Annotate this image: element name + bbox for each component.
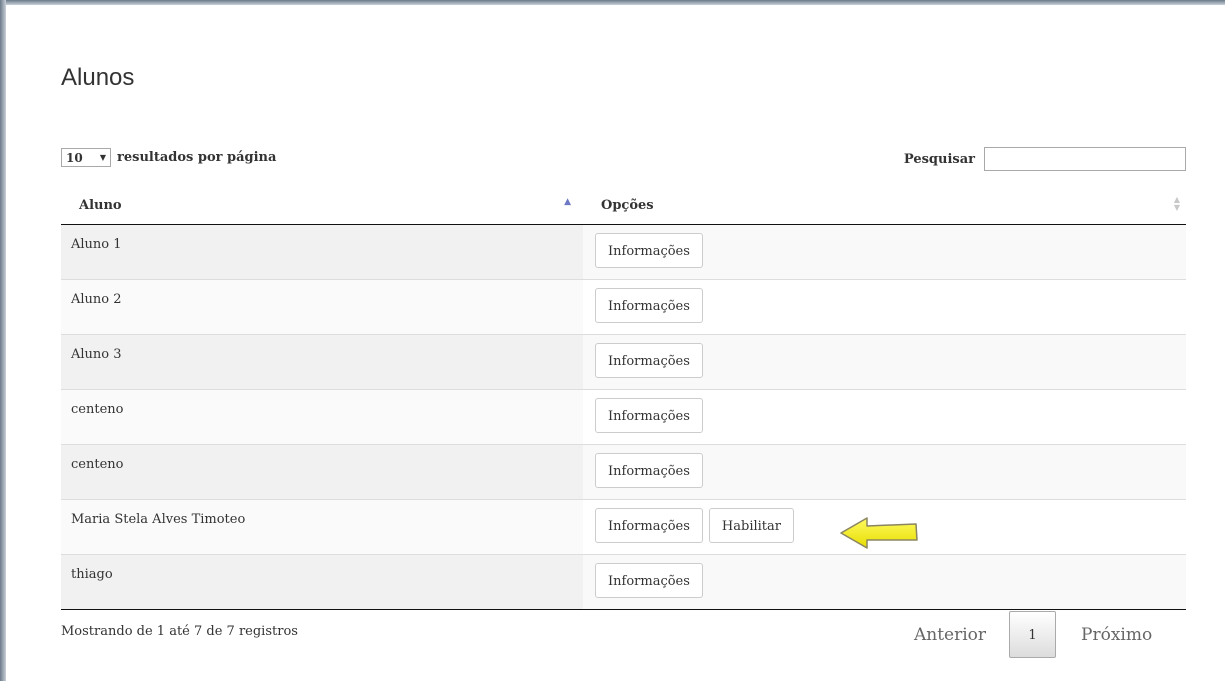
options-cell: Informações (583, 554, 1186, 610)
student-name-cell: centeno (61, 389, 583, 445)
options-cell: Informações (583, 224, 1186, 280)
student-name-cell: Aluno 2 (61, 279, 583, 335)
info-button[interactable]: Informações (595, 343, 703, 378)
window-frame-left (0, 0, 6, 681)
column-header-opcoes[interactable]: Opções ▲ ▼ (583, 186, 1186, 225)
sort-both-icon: ▲ ▼ (1173, 194, 1180, 212)
pagination-page-1[interactable]: 1 (1009, 611, 1057, 658)
options-cell: Informações (583, 334, 1186, 390)
arrow-left-icon (840, 517, 918, 549)
student-name: centeno (71, 457, 124, 472)
table-row: thiago Informações (61, 554, 1186, 610)
table-header-row: Aluno ▲ Opções ▲ ▼ (61, 186, 1186, 225)
options-cell: Informações (583, 444, 1186, 500)
students-table: Aluno ▲ Opções ▲ ▼ Aluno 1 Informações Al… (61, 186, 1186, 610)
page-length-label: resultados por página (117, 150, 277, 165)
info-button[interactable]: Informações (595, 453, 703, 488)
table-row: Aluno 2 Informações (61, 279, 1186, 335)
student-name-cell: centeno (61, 444, 583, 500)
table-row: centeno Informações (61, 389, 1186, 445)
student-name-cell: Aluno 3 (61, 334, 583, 390)
chevron-down-icon: ▼ (99, 153, 106, 162)
page-length-value: 10 (66, 150, 83, 165)
search-input[interactable] (984, 147, 1186, 171)
student-name-cell: thiago (61, 554, 583, 610)
info-button[interactable]: Informações (595, 563, 703, 598)
info-button[interactable]: Informações (595, 288, 703, 323)
search-label: Pesquisar (903, 151, 975, 167)
info-button[interactable]: Informações (595, 398, 703, 433)
column-header-label: Aluno (79, 197, 122, 213)
page-length-select[interactable]: 10 ▼ (61, 148, 111, 167)
info-button[interactable]: Informações (595, 508, 703, 543)
student-name: Aluno 3 (71, 347, 122, 362)
enable-button[interactable]: Habilitar (708, 508, 794, 543)
table-row: centeno Informações (61, 444, 1186, 500)
student-name-cell: Aluno 1 (61, 224, 583, 280)
pagination-next[interactable]: Próximo (1081, 625, 1152, 645)
student-name: Maria Stela Alves Timoteo (71, 512, 246, 527)
student-name-cell: Maria Stela Alves Timoteo (61, 499, 583, 555)
table-info: Mostrando de 1 até 7 de 7 registros (61, 624, 298, 639)
window-frame-top (0, 0, 1225, 5)
options-cell: Informações (583, 389, 1186, 445)
info-button[interactable]: Informações (595, 233, 703, 268)
page-title: Alunos (61, 64, 135, 91)
student-name: centeno (71, 402, 124, 417)
page-length-control: 10 ▼ resultados por página (61, 148, 276, 167)
column-header-aluno[interactable]: Aluno ▲ (61, 186, 583, 225)
column-header-label: Opções (601, 197, 654, 213)
student-name: Aluno 2 (71, 292, 122, 307)
pagination-previous[interactable]: Anterior (914, 625, 986, 645)
table-row: Maria Stela Alves Timoteo Informações Ha… (61, 499, 1186, 555)
student-name: thiago (71, 567, 113, 582)
pagination: Anterior 1 Próximo (914, 611, 1152, 658)
sort-ascending-icon: ▲ (564, 197, 571, 207)
search-control: Pesquisar (904, 147, 1186, 171)
table-row: Aluno 3 Informações (61, 334, 1186, 390)
table-row: Aluno 1 Informações (61, 224, 1186, 280)
student-name: Aluno 1 (71, 237, 122, 252)
options-cell: Informações (583, 279, 1186, 335)
